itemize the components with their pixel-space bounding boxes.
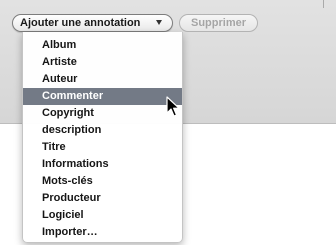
menu-item-auteur[interactable]: Auteur: [23, 71, 182, 88]
chevron-down-icon: [156, 20, 162, 25]
add-annotation-popup-label: Ajouter une annotation: [20, 17, 141, 29]
menu-item-titre[interactable]: Titre: [23, 139, 182, 156]
add-annotation-popup-button[interactable]: Ajouter une annotation: [12, 14, 173, 32]
menu-item-producteur[interactable]: Producteur: [23, 190, 182, 207]
menu-item-copyright[interactable]: Copyright: [23, 105, 182, 122]
menu-item-logiciel[interactable]: Logiciel: [23, 207, 182, 224]
menu-item-description[interactable]: description: [23, 122, 182, 139]
menu-item-commenter[interactable]: Commenter: [23, 88, 182, 105]
menu-item-artiste[interactable]: Artiste: [23, 54, 182, 71]
delete-button-label: Supprimer: [190, 17, 246, 29]
menu-item-importer[interactable]: Importer…: [23, 224, 182, 241]
delete-button[interactable]: Supprimer: [179, 14, 258, 32]
panel-divider: [323, 0, 324, 8]
annotation-type-menu: Album Artiste Auteur Commenter Copyright…: [22, 32, 183, 243]
menu-item-mots-cles[interactable]: Mots-clés: [23, 173, 182, 190]
menu-item-album[interactable]: Album: [23, 37, 182, 54]
menu-item-informations[interactable]: Informations: [23, 156, 182, 173]
